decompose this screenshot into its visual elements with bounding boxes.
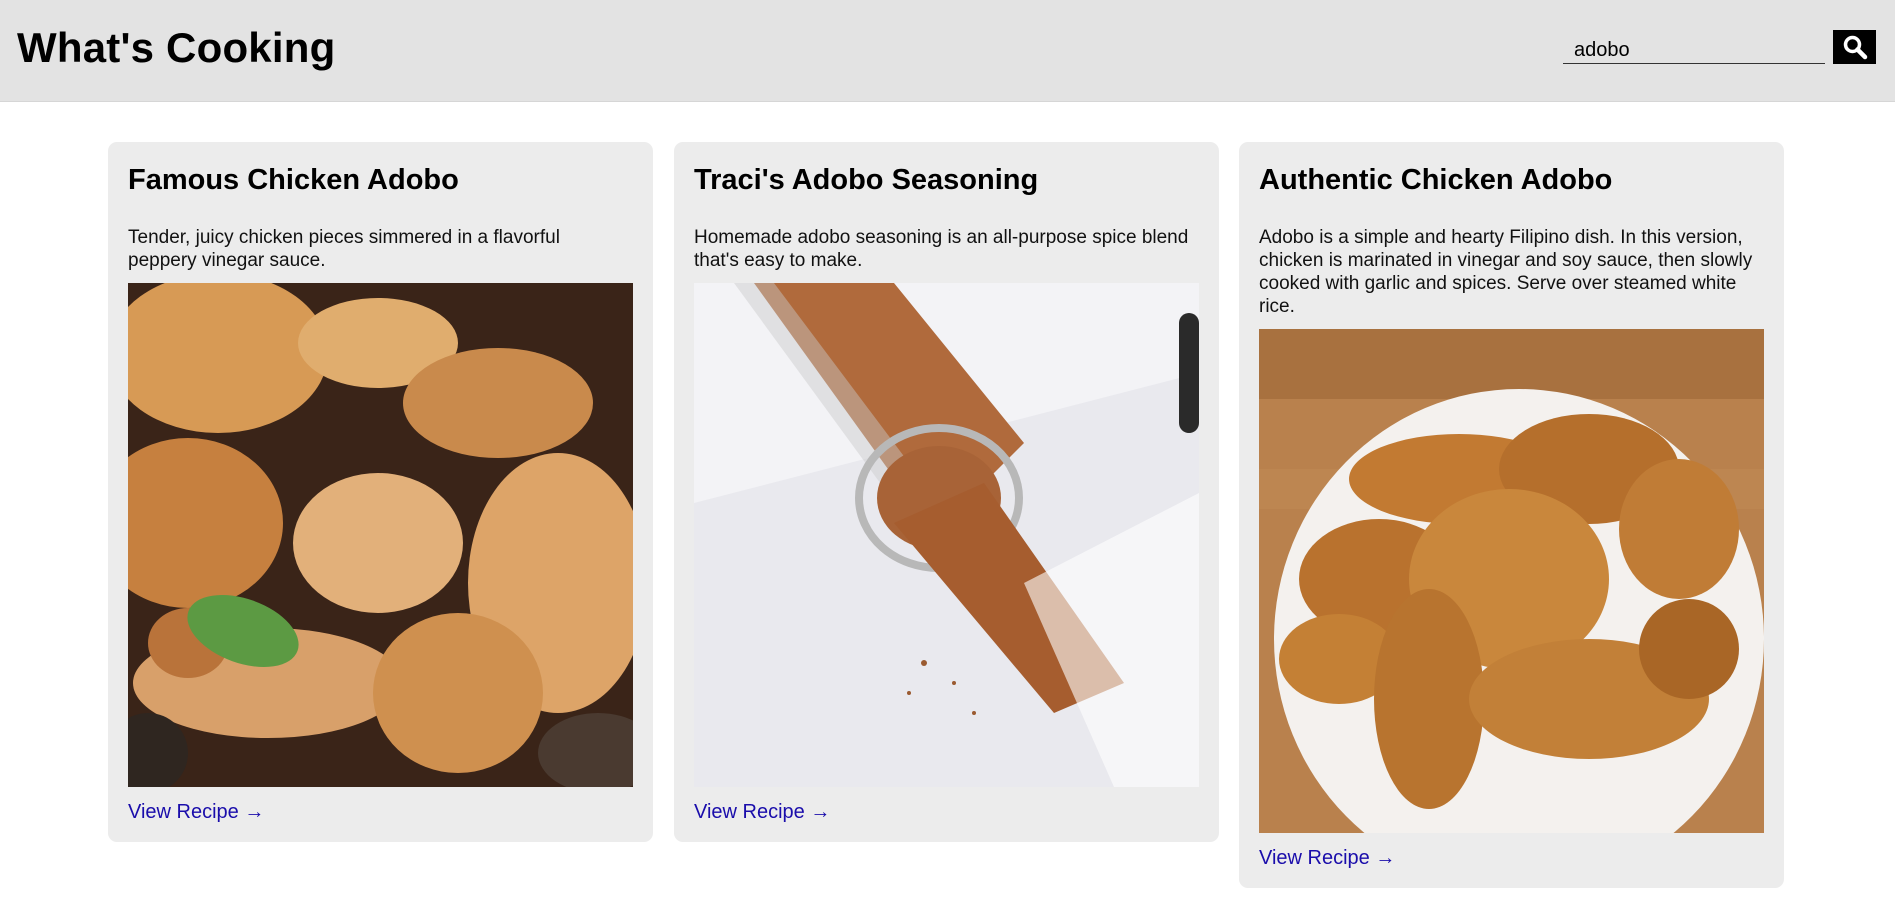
view-recipe-link[interactable]: View Recipe → (694, 800, 830, 824)
site-header: What's Cooking (0, 0, 1895, 102)
recipe-title: Authentic Chicken Adobo (1259, 164, 1613, 196)
recipe-card: Traci's Adobo Seasoning Homemade adobo s… (674, 142, 1219, 842)
recipe-image[interactable] (1259, 329, 1764, 833)
recipe-description: Tender, juicy chicken pieces simmered in… (128, 227, 560, 271)
recipe-card: Famous Chicken Adobo Tender, juicy chick… (108, 142, 653, 842)
site-title: What's Cooking (17, 24, 336, 71)
search-button[interactable] (1833, 30, 1876, 64)
recipe-image[interactable] (128, 283, 633, 787)
search-input[interactable] (1563, 34, 1825, 64)
view-recipe-link[interactable]: View Recipe → (128, 800, 264, 824)
recipe-image[interactable] (694, 283, 1199, 787)
recipe-description: Adobo is a simple and hearty Filipino di… (1259, 227, 1753, 317)
recipe-title: Traci's Adobo Seasoning (694, 164, 1039, 196)
recipe-description: Homemade adobo seasoning is an all-purpo… (694, 227, 1189, 271)
search-icon (1843, 35, 1867, 60)
recipe-card: Authentic Chicken Adobo Adobo is a simpl… (1239, 142, 1784, 888)
recipe-title: Famous Chicken Adobo (128, 164, 459, 196)
view-recipe-link[interactable]: View Recipe → (1259, 846, 1395, 870)
